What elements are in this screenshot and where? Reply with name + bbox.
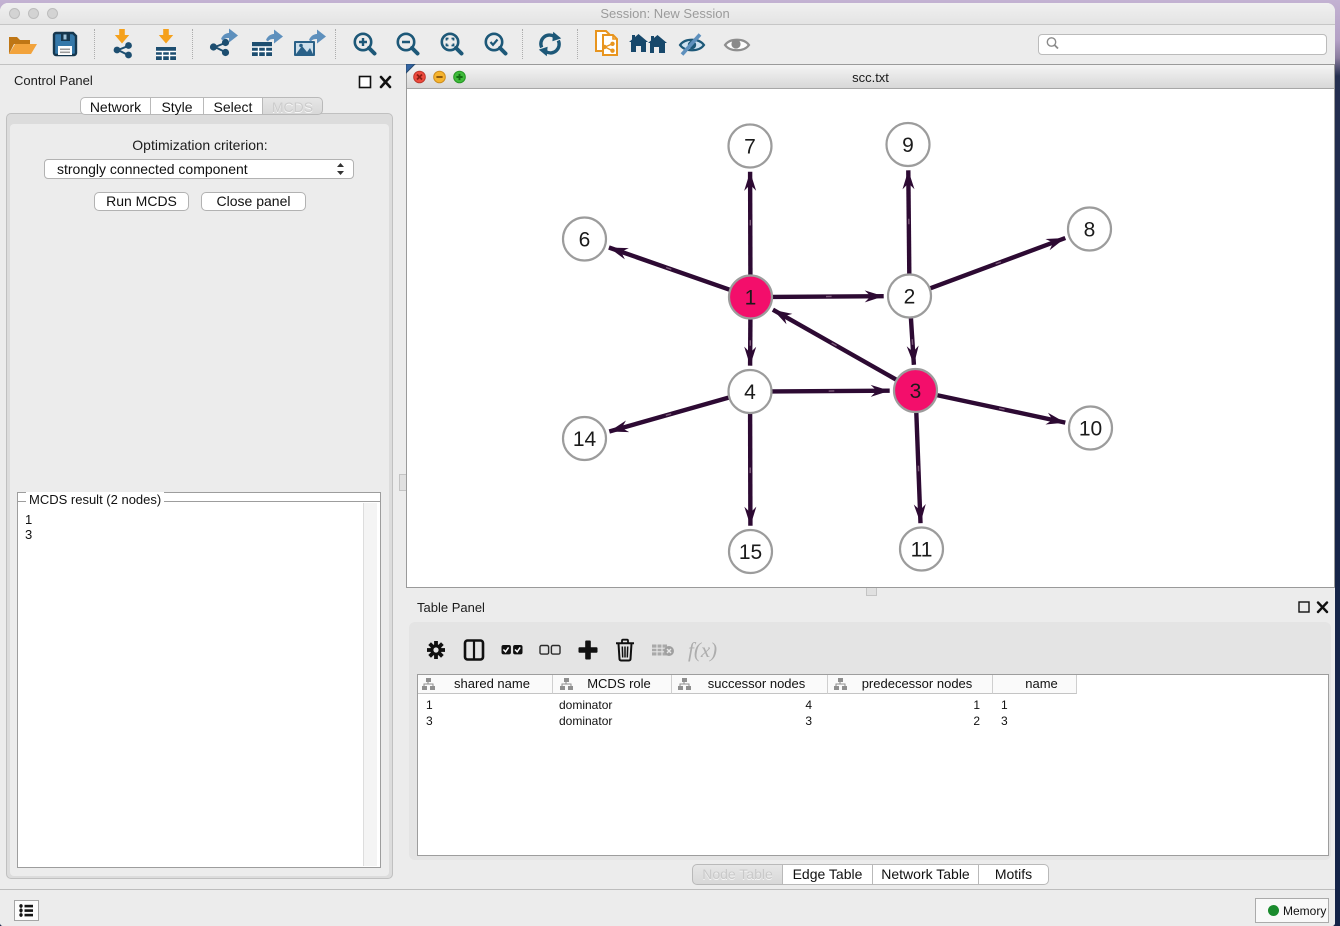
svg-text:7: 7 <box>744 136 756 159</box>
svg-text:11: 11 <box>911 539 933 562</box>
svg-text:14: 14 <box>573 428 597 451</box>
svg-text:1: 1 <box>745 287 757 310</box>
svg-text:9: 9 <box>902 134 914 157</box>
svg-text:10: 10 <box>1079 418 1102 441</box>
svg-text:f(x): f(x) <box>688 638 717 662</box>
svg-text:2: 2 <box>904 286 916 309</box>
svg-text:6: 6 <box>579 229 591 252</box>
svg-text:3: 3 <box>910 380 922 403</box>
svg-text:4: 4 <box>744 381 756 404</box>
svg-text:15: 15 <box>739 541 762 564</box>
svg-text:8: 8 <box>1084 219 1096 242</box>
